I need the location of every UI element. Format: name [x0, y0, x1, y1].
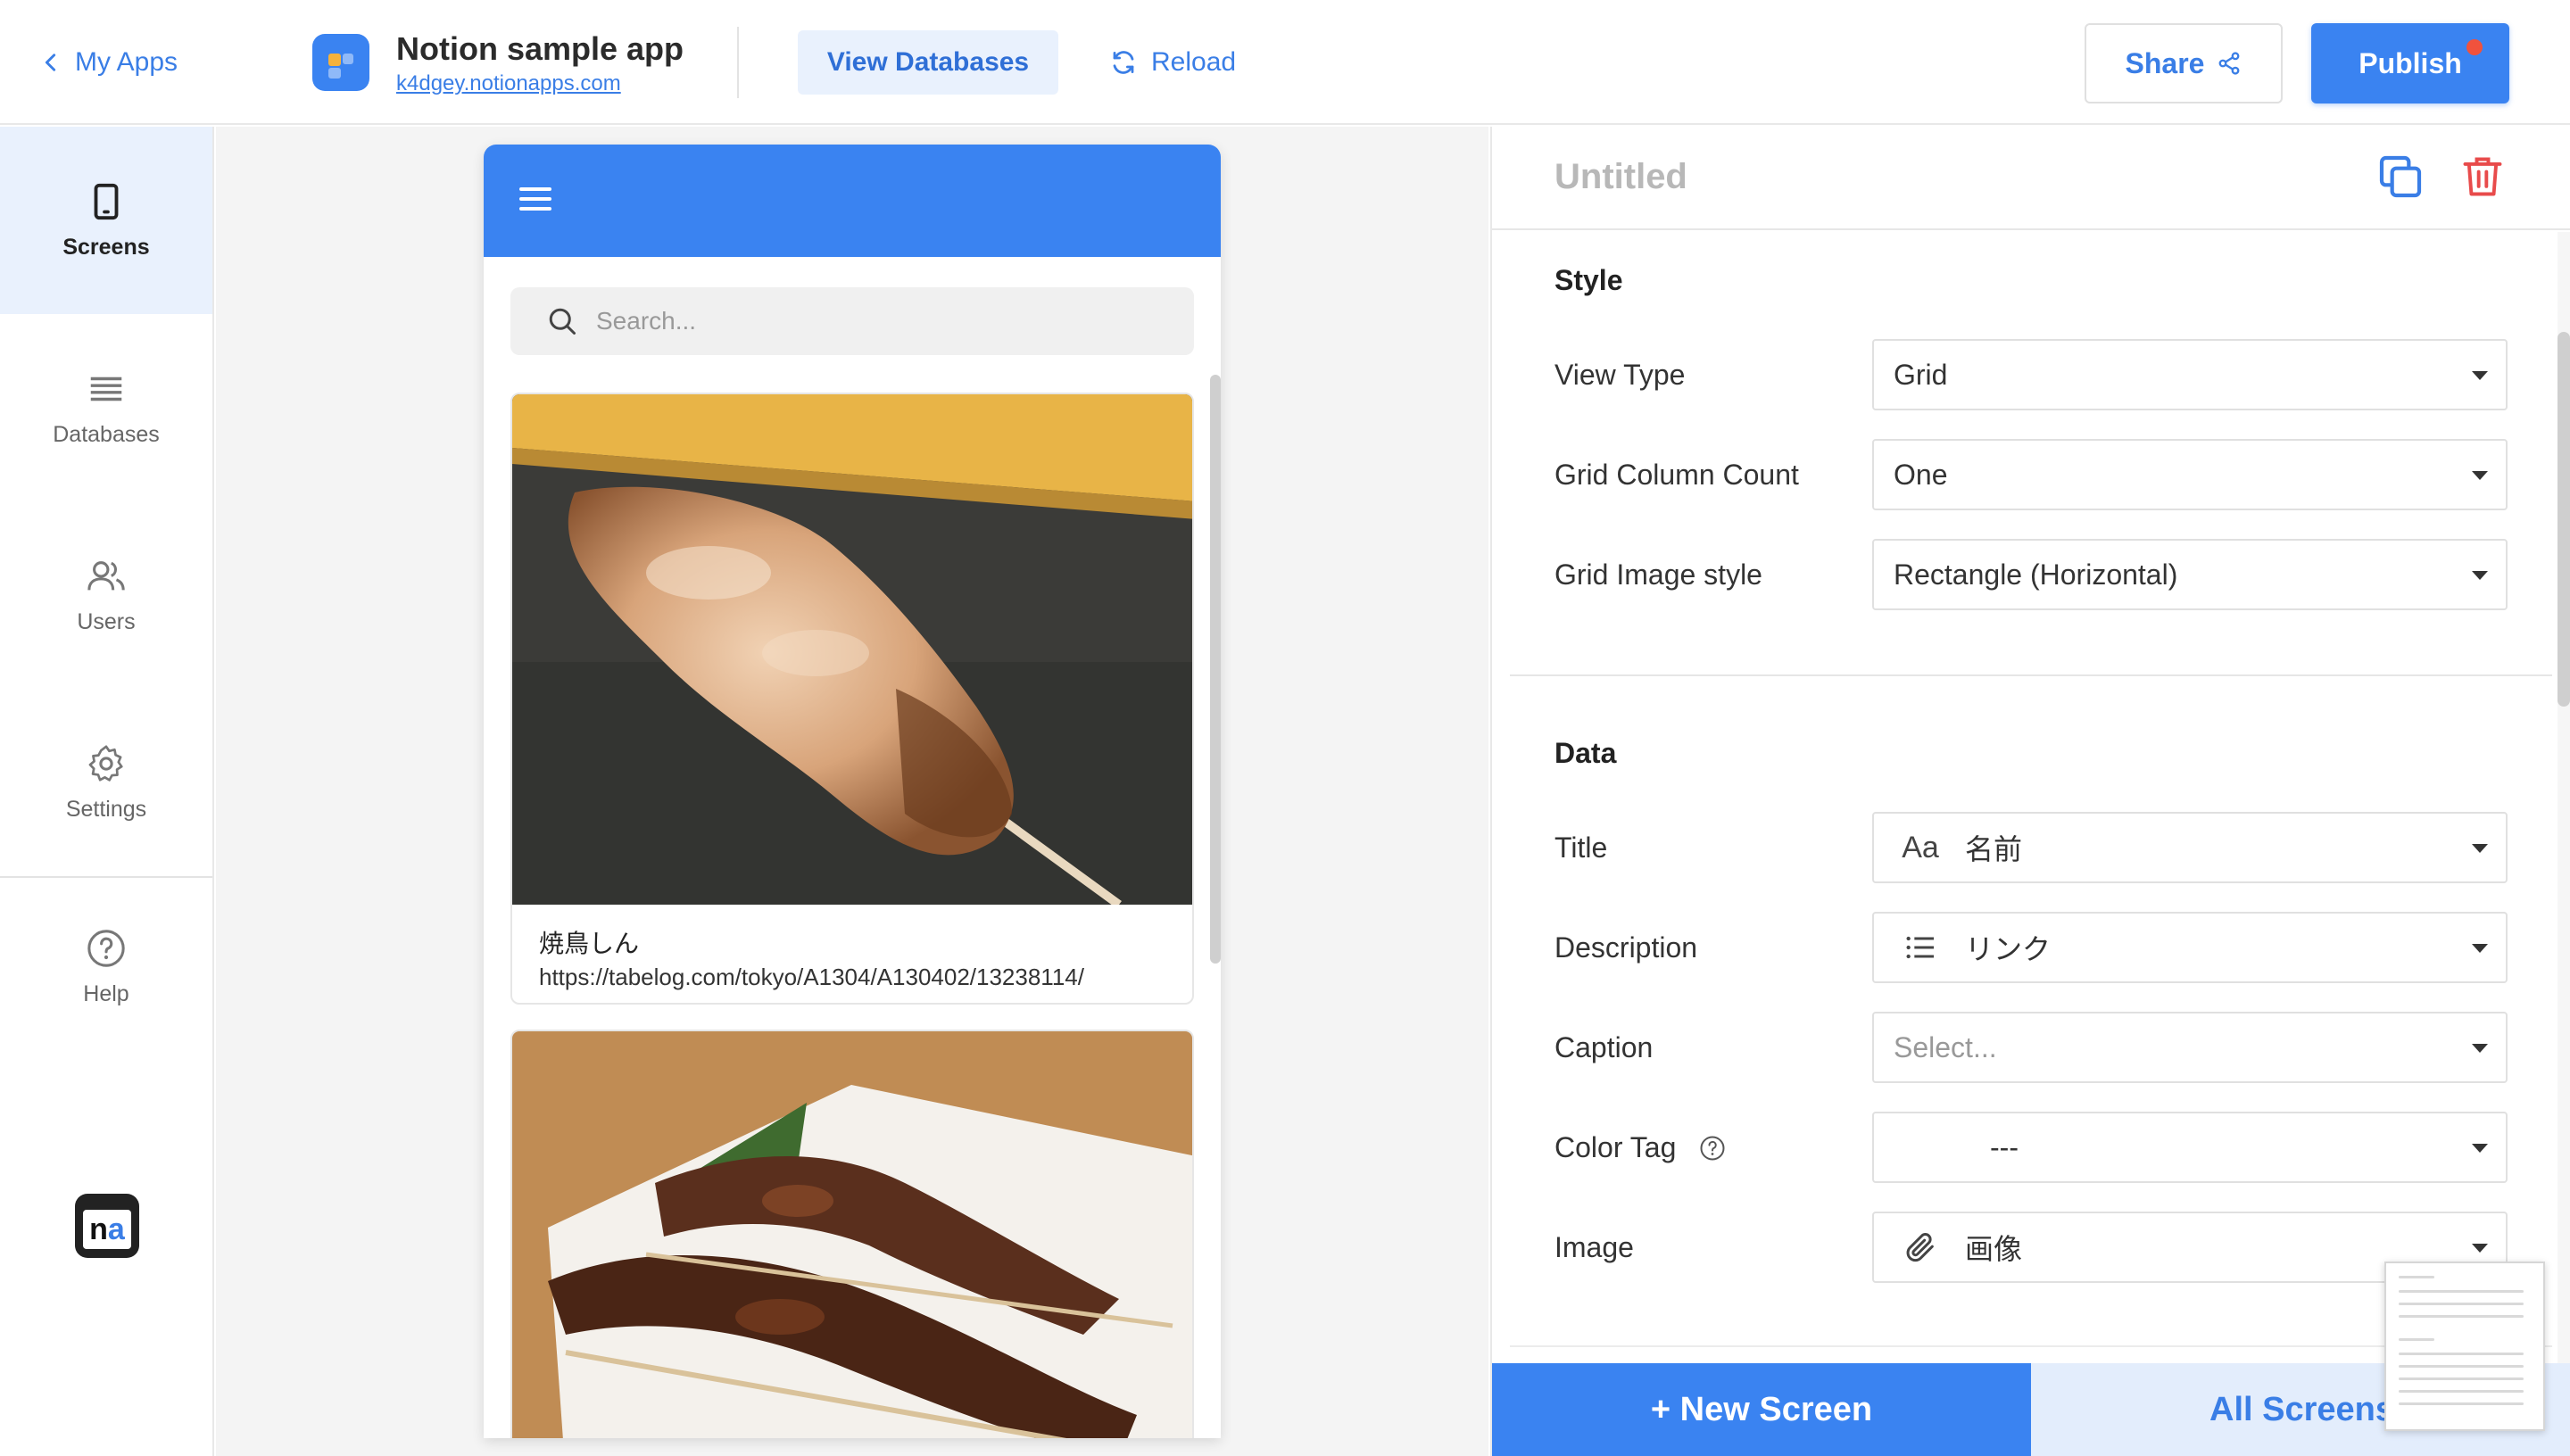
select-value: リンク: [1965, 933, 2052, 965]
select-value: One: [1894, 458, 1948, 491]
sidebar-item-screens[interactable]: Screens: [0, 127, 212, 314]
phone-icon: [94, 183, 119, 219]
share-icon: [2219, 52, 2240, 75]
reload-button[interactable]: Reload: [1110, 30, 1236, 95]
select-value: 画像: [1965, 1233, 2023, 1265]
grid-image-style-select[interactable]: Rectangle (Horizontal): [1872, 539, 2508, 610]
select-value: Grid: [1894, 358, 1948, 391]
top-bar: My Apps Notion sample app k4dgey.notiona…: [0, 0, 2570, 125]
divider: [737, 27, 739, 98]
sidebar-item-help[interactable]: Help: [0, 878, 212, 1056]
preview-search-input[interactable]: Search...: [510, 287, 1194, 355]
caret-down-icon: [2472, 571, 2488, 580]
grid-card[interactable]: [510, 1030, 1194, 1438]
search-placeholder: Search...: [596, 307, 697, 335]
help-icon[interactable]: [1699, 1135, 1726, 1162]
grid-column-count-select[interactable]: One: [1872, 439, 2508, 510]
new-screen-button[interactable]: + New Screen: [1492, 1363, 2031, 1456]
duplicate-icon[interactable]: [2375, 152, 2425, 202]
caret-down-icon: [2472, 844, 2488, 853]
card-description: https://tabelog.com/tokyo/A1304/A130402/…: [539, 964, 1084, 990]
phone-preview: Search... 焼鳥しん https://tabelog.com/tokyo…: [484, 145, 1221, 1438]
select-value: ---: [1990, 1130, 2019, 1163]
view-databases-button[interactable]: View Databases: [798, 30, 1058, 95]
app-url-link[interactable]: k4dgey.notionapps.com: [396, 71, 621, 96]
title-label: Title: [1554, 831, 1608, 864]
back-label: My Apps: [75, 47, 178, 77]
color-tag-select[interactable]: ---: [1872, 1112, 2508, 1183]
publish-label: Publish: [2359, 46, 2462, 79]
data-heading: Data: [1554, 737, 1617, 769]
preview-scrollbar[interactable]: [1210, 375, 1221, 964]
description-field-select[interactable]: リンク: [1872, 912, 2508, 983]
reload-label: Reload: [1151, 47, 1237, 77]
sidebar-item-label: Databases: [53, 421, 160, 447]
share-button[interactable]: Share: [2085, 23, 2283, 103]
caret-down-icon: [2472, 1144, 2488, 1153]
sidebar-item-label: Help: [83, 980, 129, 1006]
search-icon: [549, 308, 576, 335]
sidebar-item-settings[interactable]: Settings: [0, 689, 212, 876]
gear-icon: [88, 744, 123, 782]
view-type-label: View Type: [1554, 359, 1686, 391]
sidebar-item-label: Screens: [62, 234, 150, 260]
unpublished-indicator-dot: [2466, 39, 2483, 55]
trash-icon[interactable]: [2459, 152, 2506, 202]
card-title: 焼鳥しん: [539, 930, 640, 957]
title-field-select[interactable]: Aa 名前: [1872, 812, 2508, 883]
text-property-icon: Aa: [1902, 830, 1939, 864]
select-value: 名前: [1965, 833, 2023, 865]
grid-card[interactable]: 焼鳥しん https://tabelog.com/tokyo/A1304/A13…: [510, 393, 1194, 1005]
divider: [1492, 228, 2570, 230]
description-label: Description: [1554, 931, 1698, 964]
sidebar-item-label: Settings: [65, 796, 147, 822]
card-image-yakitori-chicken: [512, 394, 1192, 905]
image-label: Image: [1554, 1231, 1634, 1263]
screen-settings-panel: Untitled Style View Type Grid Grid Colum…: [1490, 127, 2570, 1456]
left-sidebar: Screens Databases Users Settings Help na: [0, 127, 214, 1456]
select-value: Rectangle (Horizontal): [1894, 558, 2178, 591]
refresh-icon: [1113, 51, 1134, 74]
list-bullets-icon: [1906, 936, 1934, 959]
sidebar-item-users[interactable]: Users: [0, 501, 212, 689]
page-minimap-thumbnail[interactable]: [2384, 1262, 2545, 1431]
panel-scrollbar[interactable]: [2558, 332, 2570, 707]
app-icon: [312, 34, 369, 91]
caret-down-icon: [2472, 1244, 2488, 1253]
caption-label: Caption: [1554, 1031, 1654, 1063]
sidebar-item-databases[interactable]: Databases: [0, 314, 212, 501]
section-divider: [1510, 674, 2552, 676]
users-icon: [87, 560, 125, 590]
share-label: Share: [2125, 46, 2205, 79]
grid-column-count-label: Grid Column Count: [1554, 459, 1799, 491]
grid-image-style-label: Grid Image style: [1554, 558, 1762, 591]
caption-field-select[interactable]: Select...: [1872, 1012, 2508, 1083]
hamburger-menu-icon[interactable]: [519, 187, 551, 214]
caret-down-icon: [2472, 371, 2488, 380]
color-tag-label: Color Tag: [1554, 1131, 1726, 1164]
notionapps-logo: na: [75, 1194, 139, 1258]
card-image-yakitori-grilled: [512, 1031, 1192, 1438]
view-type-select[interactable]: Grid: [1872, 339, 2508, 410]
screen-title[interactable]: Untitled: [1554, 157, 1687, 197]
chevron-left-icon: [45, 54, 56, 71]
select-placeholder: Select...: [1894, 1030, 1997, 1063]
style-heading: Style: [1554, 264, 1623, 296]
app-name: Notion sample app: [396, 30, 684, 67]
paperclip-icon: [1906, 1233, 1934, 1262]
back-to-my-apps-link[interactable]: My Apps: [41, 45, 178, 80]
list-icon: [90, 376, 122, 401]
caret-down-icon: [2472, 944, 2488, 953]
publish-button[interactable]: Publish: [2311, 23, 2509, 103]
preview-header: [484, 145, 1221, 257]
help-icon: [87, 929, 125, 967]
caret-down-icon: [2472, 1044, 2488, 1053]
sidebar-item-label: Users: [77, 608, 136, 634]
caret-down-icon: [2472, 471, 2488, 480]
